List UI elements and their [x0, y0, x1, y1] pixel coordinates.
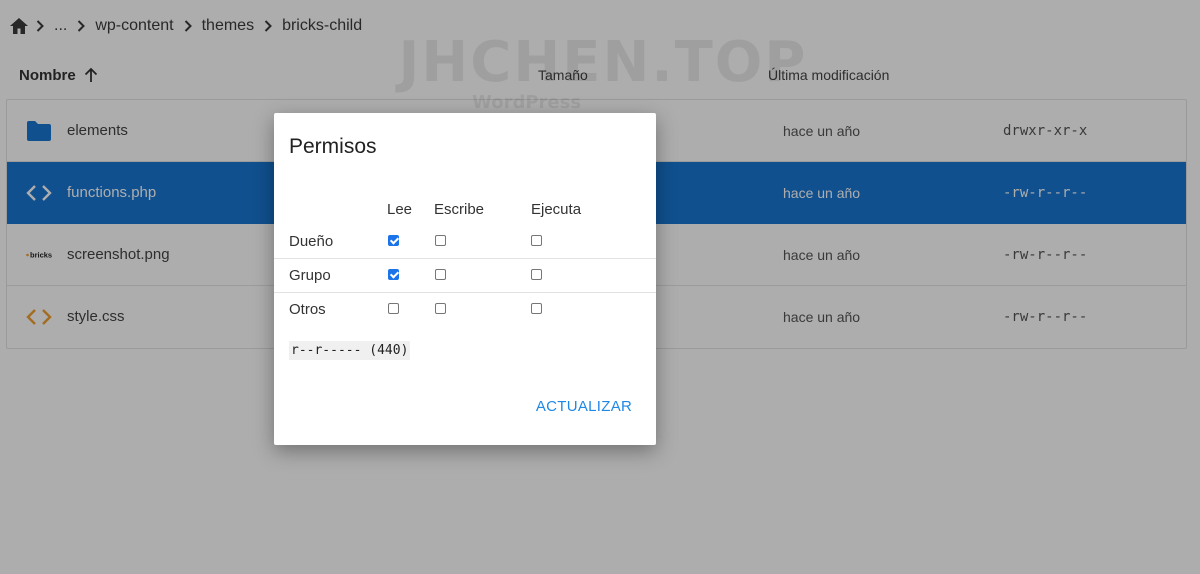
permission-row-group: Grupo: [274, 258, 656, 292]
permissions-dialog: Permisos Lee Escribe Ejecuta Dueño Grupo…: [274, 113, 656, 445]
permission-row-label: Dueño: [289, 233, 334, 250]
file-manager: ... wp-content themes bricks-child Nombr…: [0, 0, 1200, 574]
watermark-subtext: WordPress: [472, 92, 582, 113]
column-label-read: Lee: [387, 201, 413, 218]
column-label-write: Escribe: [434, 201, 485, 218]
dialog-title: Permisos: [289, 135, 377, 158]
others-read-checkbox[interactable]: [388, 303, 399, 314]
column-label-execute: Ejecuta: [531, 201, 582, 218]
permission-row-others: Otros: [274, 292, 656, 326]
owner-read-checkbox[interactable]: [388, 235, 399, 246]
others-execute-checkbox[interactable]: [531, 303, 542, 314]
update-button[interactable]: ACTUALIZAR: [529, 393, 639, 419]
watermark-text: JHCHEN.TOP: [398, 30, 808, 95]
group-write-checkbox[interactable]: [435, 269, 446, 280]
others-write-checkbox[interactable]: [435, 303, 446, 314]
permission-row-owner: Dueño: [274, 225, 656, 258]
permission-row-label: Otros: [289, 301, 326, 318]
group-read-checkbox[interactable]: [388, 269, 399, 280]
permission-string: r--r----- (440): [289, 341, 411, 360]
group-execute-checkbox[interactable]: [531, 269, 542, 280]
permission-row-label: Grupo: [289, 267, 331, 284]
owner-execute-checkbox[interactable]: [531, 235, 542, 246]
owner-write-checkbox[interactable]: [435, 235, 446, 246]
